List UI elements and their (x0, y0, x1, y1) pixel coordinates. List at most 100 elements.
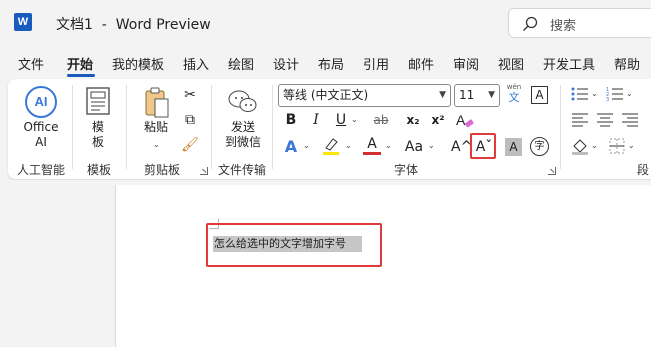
office-ai-label-2: AI (35, 135, 47, 149)
bullets-icon[interactable] (571, 86, 589, 102)
ribbon-tabs: 文件 开始 我的模板 插入 绘图 设计 布局 引用 邮件 审阅 视图 开发工具 … (0, 50, 651, 76)
font-color-button[interactable]: A (363, 136, 381, 156)
paste-button[interactable]: 粘贴 ⌄ (136, 85, 176, 155)
phonetic-guide-top: wén (506, 83, 522, 91)
font-color-swatch (363, 152, 381, 155)
active-tab-indicator (67, 74, 95, 77)
change-case-icon[interactable]: Aa (404, 137, 424, 157)
superscript-button[interactable]: x² (428, 110, 448, 130)
grow-font-button[interactable]: A^ (451, 137, 472, 157)
svg-text:A: A (456, 112, 466, 128)
template-label-2: 板 (91, 135, 104, 149)
font-color-letter: A (367, 136, 377, 152)
tab-mailings[interactable]: 邮件 (408, 54, 434, 73)
office-ai-button[interactable]: AI Office AI (18, 85, 64, 153)
group-separator (272, 85, 273, 169)
paste-dropdown-icon: ⌄ (153, 140, 160, 149)
cut-icon[interactable]: ✂ (180, 85, 200, 105)
bold-button[interactable]: B (281, 110, 301, 130)
template-icon (86, 87, 110, 115)
chevron-down-icon[interactable]: ⌄ (591, 89, 598, 98)
chevron-down-icon[interactable]: ⌄ (351, 115, 358, 124)
chevron-down-icon[interactable]: ⌄ (591, 141, 598, 150)
tab-file[interactable]: 文件 (18, 54, 44, 73)
enclose-characters-button[interactable]: 字 (530, 137, 549, 156)
clipboard-launcher-icon[interactable] (200, 167, 208, 175)
svg-text:3: 3 (606, 97, 609, 102)
align-center-icon[interactable] (596, 112, 614, 128)
tab-my-templates[interactable]: 我的模板 (112, 54, 164, 73)
italic-button[interactable]: I (306, 110, 326, 130)
window-title: 文档1 - Word Preview (56, 17, 211, 33)
tab-developer[interactable]: 开发工具 (543, 54, 595, 73)
group-separator (211, 85, 212, 169)
tab-references[interactable]: 引用 (363, 54, 389, 73)
format-painter-icon[interactable]: 🖌 (180, 135, 200, 155)
template-button[interactable]: 模 板 (80, 85, 116, 153)
chevron-down-icon[interactable]: ⌄ (626, 89, 633, 98)
search-placeholder: 搜索 (550, 19, 577, 34)
font-name-select[interactable]: 等线 (中文正文) ▼ (278, 84, 451, 107)
align-right-icon[interactable] (621, 112, 639, 128)
tab-draw[interactable]: 绘图 (228, 54, 254, 73)
align-left-icon[interactable] (571, 112, 589, 128)
office-ai-icon: AI (25, 86, 57, 118)
tab-help[interactable]: 帮助 (614, 54, 640, 73)
group-label-transfer: 文件传输 (218, 163, 267, 177)
chevron-down-icon: ▼ (488, 90, 495, 100)
phonetic-guide-button[interactable]: wén 文 (506, 83, 522, 105)
chevron-down-icon[interactable]: ⌄ (385, 141, 392, 150)
send-to-wechat-label-2: 到微信 (224, 135, 261, 149)
character-border-button[interactable]: A (531, 86, 548, 104)
font-launcher-icon[interactable] (548, 167, 556, 175)
font-name-value: 等线 (中文正文) (283, 88, 369, 102)
wechat-icon (228, 90, 257, 112)
chevron-down-icon[interactable]: ⌄ (345, 141, 352, 150)
clear-formatting-icon[interactable]: A (455, 111, 475, 131)
highlighter-icon[interactable] (321, 136, 341, 156)
tab-layout[interactable]: 布局 (318, 54, 344, 73)
document-page[interactable] (115, 185, 651, 347)
chevron-down-icon[interactable]: ⌄ (303, 141, 310, 150)
group-separator (560, 85, 561, 169)
chevron-down-icon[interactable]: ⌄ (628, 141, 635, 150)
shrink-font-highlight (470, 133, 496, 159)
group-label-font: 字体 (394, 163, 419, 177)
strikethrough-button[interactable]: ab (371, 110, 391, 130)
group-label-clipboard: 剪贴板 (144, 163, 181, 177)
tab-insert[interactable]: 插入 (183, 54, 209, 73)
borders-icon[interactable] (609, 138, 625, 154)
numbering-icon[interactable]: 123 (606, 86, 624, 102)
group-separator (72, 85, 73, 169)
tab-view[interactable]: 视图 (498, 54, 524, 73)
chevron-down-icon[interactable]: ⌄ (428, 141, 435, 150)
text-effects-button[interactable]: A (281, 137, 301, 157)
group-label-template: 模板 (87, 163, 112, 177)
tab-design[interactable]: 设计 (273, 54, 299, 73)
send-to-wechat-label-1: 发送 (230, 120, 255, 134)
search-icon (523, 16, 538, 31)
ribbon-home: AI Office AI 人工智能 模 板 模板 粘贴 ⌄ ✂ ⧉ 🖌 剪贴板 … (8, 79, 651, 179)
selected-text-highlight (206, 223, 382, 267)
tab-review[interactable]: 审阅 (453, 54, 479, 73)
paste-icon (145, 87, 169, 118)
title-bar: W 文档1 - Word Preview 搜索 (0, 0, 651, 46)
character-shading-button[interactable]: A (505, 138, 522, 156)
subscript-button[interactable]: x₂ (403, 110, 423, 130)
paragraph-shading-icon[interactable] (571, 137, 589, 155)
group-label-ai: 人工智能 (17, 163, 66, 177)
template-label-1: 模 (91, 120, 104, 134)
office-ai-label-1: Office (23, 120, 59, 134)
underline-button[interactable]: U (331, 110, 351, 130)
paste-label: 粘贴 (143, 120, 168, 134)
copy-icon[interactable]: ⧉ (180, 110, 200, 130)
tab-home[interactable]: 开始 (67, 54, 93, 73)
send-to-wechat-button[interactable]: 发送 到微信 (218, 85, 268, 155)
font-size-select[interactable]: 11 ▼ (454, 84, 500, 107)
group-label-paragraph: 段 (637, 163, 650, 177)
search-input[interactable]: 搜索 (508, 8, 651, 38)
group-separator (126, 85, 127, 169)
phonetic-guide-bottom: 文 (508, 91, 520, 104)
chevron-down-icon: ▼ (439, 90, 446, 100)
word-logo-icon: W (14, 13, 32, 31)
